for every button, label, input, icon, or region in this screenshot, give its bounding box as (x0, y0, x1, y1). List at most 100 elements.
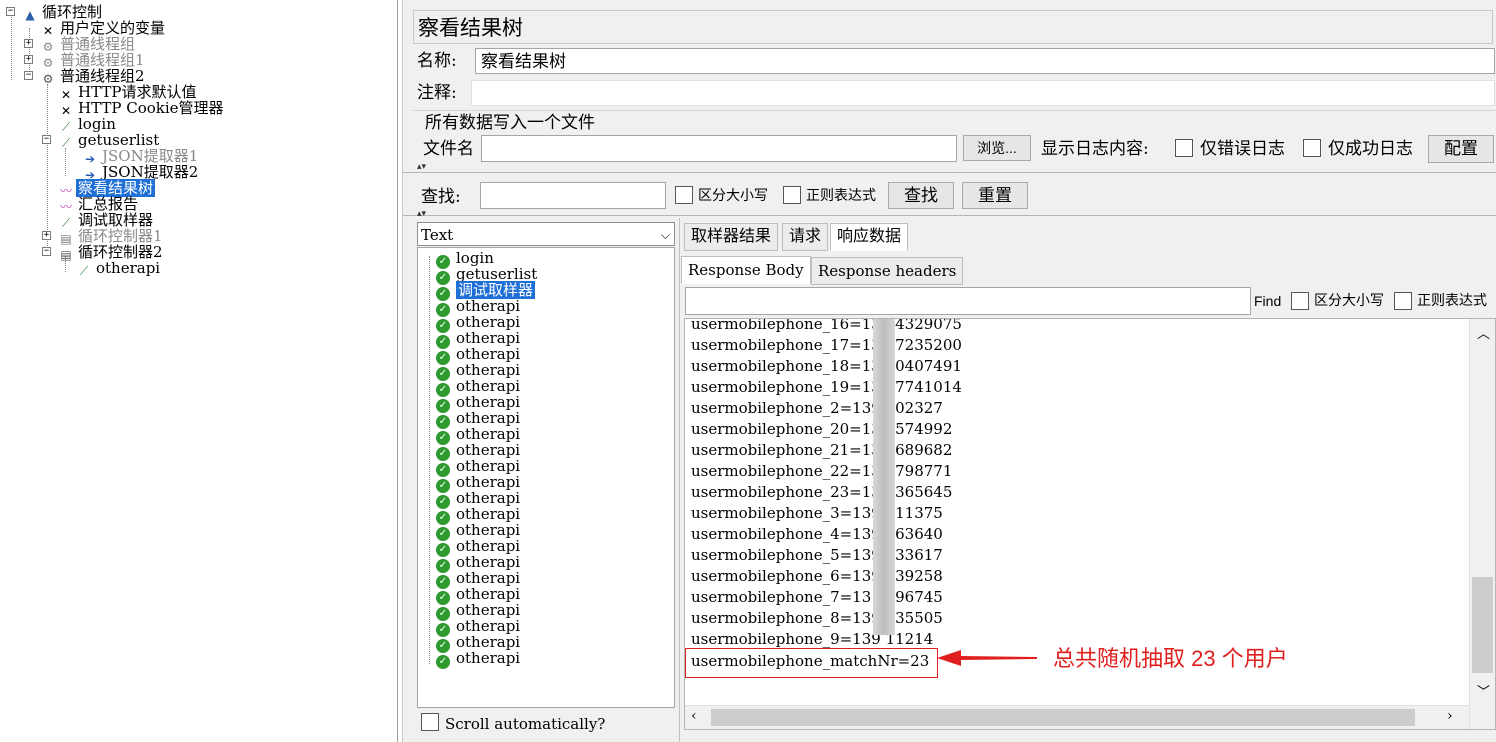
splitter-arrows-icon[interactable]: ▴▾ (417, 209, 426, 219)
result-item[interactable]: ✓ otherapi (436, 394, 520, 413)
gear-icon: ⚙ (42, 72, 54, 86)
filename-field[interactable] (481, 135, 957, 162)
tree-root-test-plan[interactable]: ▲ 循环控制 (22, 4, 104, 22)
errors-only-checkbox[interactable] (1175, 139, 1193, 157)
response-line: usermobilephone_20=139 574992 (691, 420, 953, 438)
result-item[interactable]: ✓ otherapi (436, 314, 520, 333)
tree-item-login[interactable]: ⟋ login (58, 116, 118, 134)
result-item[interactable]: ✓ otherapi (436, 346, 520, 365)
tree-item-loop-controller-2[interactable]: ▤ 循环控制器2 (58, 244, 165, 262)
expand-toggle[interactable]: + (24, 39, 33, 48)
name-label: 名称: (417, 51, 457, 71)
result-item[interactable]: ✓ otherapi (436, 426, 520, 445)
response-line: usermobilephone_2=139 902327 (691, 399, 943, 417)
splitter[interactable] (403, 172, 1496, 173)
result-item[interactable]: ✓ otherapi (436, 330, 520, 349)
success-only-checkbox[interactable] (1303, 139, 1321, 157)
result-item[interactable]: ✓ otherapi (436, 602, 520, 621)
hscrollbar-thumb[interactable] (711, 709, 1415, 726)
result-item[interactable]: ✓ otherapi (436, 522, 520, 541)
scroll-auto-checkbox[interactable] (421, 713, 439, 731)
result-item[interactable]: ✓ otherapi (436, 378, 520, 397)
response-line: usermobilephone_23=139 365645 (691, 483, 953, 501)
result-item[interactable]: ✓ otherapi (436, 650, 520, 669)
result-item[interactable]: ✓ login (436, 250, 494, 269)
result-item[interactable]: ✓ otherapi (436, 618, 520, 637)
tab-request[interactable]: 请求 (782, 223, 829, 251)
results-list[interactable]: ✓ login ✓ getuserlist ✓ 调试取样器 ✓ otherapi ✓ othera… (417, 247, 675, 708)
result-item[interactable]: ✓ otherapi (436, 410, 520, 429)
splitter-arrows-icon[interactable]: ▴▾ (417, 162, 426, 172)
redaction-mask (873, 319, 895, 635)
horizontal-scrollbar[interactable]: ‹ › (685, 705, 1469, 729)
result-item[interactable]: ✓ otherapi (436, 490, 520, 509)
scroll-auto-label: Scroll automatically? (445, 715, 606, 733)
result-item[interactable]: ✓ otherapi (436, 586, 520, 605)
result-item[interactable]: ✓ otherapi (436, 298, 520, 317)
collapse-toggle[interactable]: − (6, 7, 15, 16)
splitter[interactable] (403, 215, 1496, 216)
comment-field[interactable] (471, 80, 1495, 106)
tree-item-summary-report[interactable]: 〰汇总报告 (58, 196, 140, 214)
tree-item-otherapi[interactable]: ⟋ otherapi (76, 260, 162, 278)
reset-button[interactable]: 重置 (962, 182, 1028, 209)
panel-title-box: 察看结果树 (413, 10, 1493, 44)
collapse-toggle[interactable]: − (24, 71, 33, 80)
tree-guide-line (429, 256, 430, 664)
result-item[interactable]: ✓ otherapi (436, 458, 520, 477)
browse-button[interactable]: 浏览... (963, 135, 1031, 161)
collapse-toggle[interactable]: − (42, 247, 51, 256)
find-case-checkbox[interactable] (1291, 292, 1309, 310)
tree-item-getuserlist[interactable]: ⟋ getuserlist (58, 132, 161, 150)
result-item[interactable]: ✓ otherapi (436, 474, 520, 493)
expand-toggle[interactable]: + (42, 231, 51, 240)
tree-item-cookie-manager[interactable]: ✕ HTTP Cookie管理器 (58, 100, 226, 118)
result-item[interactable]: ✓ otherapi (436, 442, 520, 461)
vertical-scrollbar[interactable]: ︿ ﹀ (1469, 319, 1495, 729)
test-plan-tree[interactable]: − + + − − + − ▲ 循环控制 ✕ 用户定义的变量 ⚙ 普通线程组 ⚙ 普通线… (0, 0, 398, 742)
search-case-checkbox[interactable] (675, 186, 693, 204)
search-input[interactable] (480, 182, 666, 209)
tree-item-json-extractor-2[interactable]: ➔ JSON提取器2 (82, 164, 200, 182)
scroll-up-icon[interactable]: ︿ (1477, 323, 1490, 342)
renderer-select[interactable]: Text ⌵ (417, 222, 675, 246)
scroll-down-icon[interactable]: ﹀ (1477, 681, 1490, 700)
tree-item-thread-group[interactable]: ⚙ 普通线程组 (40, 36, 137, 54)
scroll-right-icon[interactable]: › (1447, 708, 1453, 724)
result-item[interactable]: ✓ getuserlist (436, 266, 537, 285)
collapse-toggle[interactable]: − (42, 135, 51, 144)
find-button[interactable]: 查找 (888, 182, 954, 209)
result-item[interactable]: ✓ otherapi (436, 634, 520, 653)
search-regex-checkbox[interactable] (783, 186, 801, 204)
chevron-down-icon[interactable]: ⌵ (661, 225, 670, 245)
tree-item-http-defaults[interactable]: ✕ HTTP请求默认值 (58, 84, 198, 102)
tree-item-debug-sampler[interactable]: ⟋ 调试取样器 (58, 212, 155, 230)
scrollbar-thumb[interactable] (1472, 577, 1493, 673)
find-input[interactable] (685, 287, 1251, 315)
find-regex-checkbox[interactable] (1394, 292, 1412, 310)
response-line: usermobilephone_8=139 435505 (691, 609, 943, 627)
pipette-icon: ⟋ (61, 136, 71, 150)
panel-title: 察看结果树 (418, 16, 523, 40)
result-item[interactable]: ✓ otherapi (436, 570, 520, 589)
tab-sampler-result[interactable]: 取样器结果 (684, 223, 779, 251)
tab-response-data[interactable]: 响应数据 (830, 223, 909, 251)
result-item[interactable]: ✓ otherapi (436, 362, 520, 381)
result-item[interactable]: ✓ 调试取样器 (436, 281, 536, 301)
tree-item-thread-group-1[interactable]: ⚙ 普通线程组1 (40, 52, 147, 70)
tree-item-loop-controller-1[interactable]: ▤ 循环控制器1 (58, 228, 165, 246)
expand-toggle[interactable]: + (24, 55, 33, 64)
subtab-response-body[interactable]: Response Body (681, 256, 811, 284)
name-field[interactable]: 察看结果树 (475, 48, 1495, 74)
configure-button[interactable]: 配置 (1428, 135, 1494, 163)
result-item[interactable]: ✓ otherapi (436, 506, 520, 525)
tree-item-thread-group-2[interactable]: ⚙ 普通线程组2 (40, 68, 147, 86)
tree-item-json-extractor-1[interactable]: ➔ JSON提取器1 (82, 148, 200, 166)
tree-item-user-variables[interactable]: ✕ 用户定义的变量 (40, 20, 167, 38)
result-item[interactable]: ✓ otherapi (436, 554, 520, 573)
subtab-response-headers[interactable]: Response headers (811, 257, 964, 285)
tree-item-view-results-tree[interactable]: 〰察看结果树 (58, 179, 156, 198)
result-item[interactable]: ✓ otherapi (436, 538, 520, 557)
loop-icon: ▤ (60, 248, 72, 262)
scroll-left-icon[interactable]: ‹ (691, 708, 697, 724)
